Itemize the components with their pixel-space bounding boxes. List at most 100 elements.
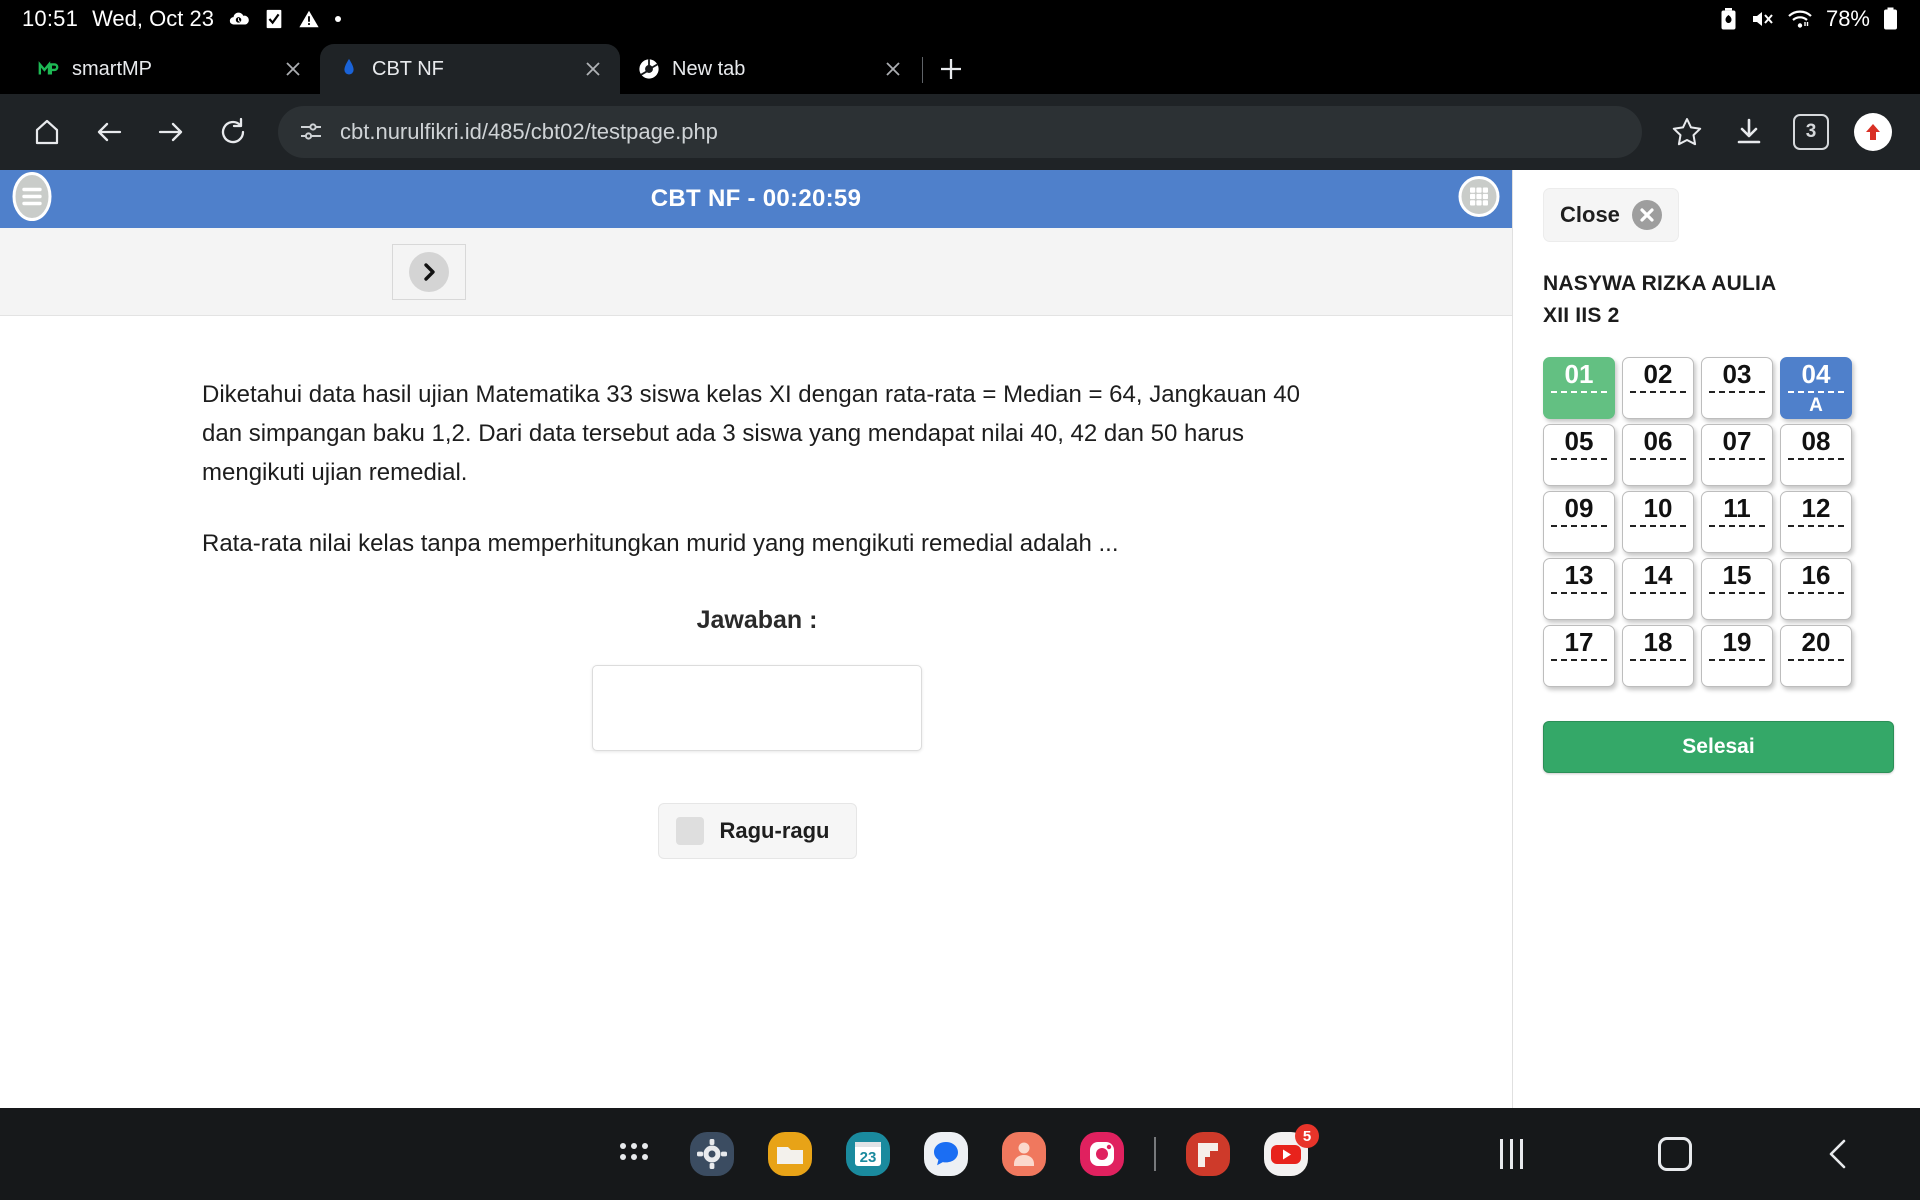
browser-tab-strip: smartMP CBT NF New tab: [0, 38, 1920, 94]
cbt-icon: [338, 58, 360, 80]
dot-icon: [334, 15, 342, 23]
question-cell-separator: [1551, 391, 1607, 393]
question-cell-11[interactable]: 11: [1701, 491, 1773, 553]
question-cell-separator: [1709, 525, 1765, 527]
close-icon[interactable]: [880, 56, 906, 82]
student-class: XII IIS 2: [1543, 303, 1620, 327]
os-status-bar: 10:51 Wed, Oct 23 78%: [0, 0, 1920, 38]
close-panel-button[interactable]: Close: [1543, 188, 1679, 242]
question-cell-14[interactable]: 14: [1622, 558, 1694, 620]
calendar-icon[interactable]: 23: [842, 1128, 894, 1180]
android-taskbar: 23 5: [0, 1108, 1920, 1200]
question-navigator-panel: Close NASYWA RIZKA AULIA XII IIS 2 01 02 0…: [1512, 170, 1920, 1108]
question-cell-number: 06: [1643, 426, 1673, 456]
forward-icon[interactable]: [144, 105, 198, 159]
warning-icon: [298, 8, 320, 30]
star-icon[interactable]: [1660, 105, 1714, 159]
close-icon[interactable]: [580, 56, 606, 82]
reload-icon[interactable]: [206, 105, 260, 159]
question-cell-10[interactable]: 10: [1622, 491, 1694, 553]
browser-tab-new-tab[interactable]: New tab: [620, 44, 920, 94]
question-cell-04[interactable]: 04 A: [1780, 357, 1852, 419]
question-cell-15[interactable]: 15: [1701, 558, 1773, 620]
question-cell-03[interactable]: 03: [1701, 357, 1773, 419]
status-date: Wed, Oct 23: [92, 6, 214, 31]
question-cell-19[interactable]: 19: [1701, 625, 1773, 687]
close-icon[interactable]: [280, 56, 306, 82]
home-square-icon[interactable]: [1640, 1124, 1710, 1184]
instagram-icon[interactable]: [1076, 1128, 1128, 1180]
profile-upload-icon[interactable]: [1846, 105, 1900, 159]
question-cell-number: 04: [1801, 359, 1831, 389]
youtube-icon[interactable]: 5: [1260, 1124, 1319, 1180]
tune-icon[interactable]: [298, 119, 324, 145]
battery-saver-icon: [1720, 7, 1737, 31]
address-bar[interactable]: cbt.nurulfikri.id/485/cbt02/testpage.php: [278, 106, 1642, 158]
contacts-icon[interactable]: [998, 1128, 1050, 1180]
status-time: 10:51: [22, 6, 79, 31]
answer-input[interactable]: [592, 664, 922, 751]
question-cell-number: 11: [1723, 493, 1751, 523]
question-cell-number: 02: [1643, 359, 1673, 389]
question-cell-number: 10: [1643, 493, 1673, 523]
question-cell-separator: [1630, 659, 1686, 661]
ragu-ragu-label: Ragu-ragu: [719, 817, 830, 843]
youtube-badge: 5: [1295, 1124, 1319, 1148]
tab-count-button[interactable]: 3: [1784, 105, 1838, 159]
download-icon[interactable]: [1722, 105, 1776, 159]
question-cell-20[interactable]: 20: [1780, 625, 1852, 687]
question-cell-17[interactable]: 17: [1543, 625, 1615, 687]
back-chevron-icon[interactable]: [1803, 1124, 1873, 1184]
question-cell-16[interactable]: 16: [1780, 558, 1852, 620]
cbt-header-bar: CBT NF - 00:20:59: [0, 170, 1512, 228]
question-cell-18[interactable]: 18: [1622, 625, 1694, 687]
recents-icon[interactable]: [1477, 1124, 1547, 1184]
grid-menu-icon[interactable]: [1456, 174, 1502, 225]
answer-label: Jawaban :: [696, 605, 818, 634]
question-cell-separator: [1788, 458, 1844, 460]
question-cell-number: 05: [1564, 426, 1594, 456]
question-cell-02[interactable]: 02: [1622, 357, 1694, 419]
new-tab-button[interactable]: [929, 47, 973, 91]
cbt-title-timer: CBT NF - 00:20:59: [650, 185, 862, 212]
question-cell-separator: [1709, 391, 1765, 393]
finish-button[interactable]: Selesai: [1543, 721, 1894, 773]
question-cell-separator: [1709, 592, 1765, 594]
tab-title: New tab: [672, 57, 746, 80]
back-icon[interactable]: [82, 105, 136, 159]
messages-icon[interactable]: [920, 1128, 972, 1180]
next-question-button[interactable]: [392, 243, 466, 300]
ragu-ragu-checkbox[interactable]: [675, 816, 704, 845]
question-cell-answer: A: [1809, 394, 1823, 416]
ragu-ragu-button[interactable]: Ragu-ragu: [657, 802, 857, 859]
question-cell-01[interactable]: 01: [1543, 357, 1615, 419]
question-cell-13[interactable]: 13: [1543, 558, 1615, 620]
browser-tab-cbt-nf[interactable]: CBT NF: [320, 44, 620, 94]
question-cell-number: 03: [1722, 359, 1752, 389]
question-cell-number: 20: [1801, 627, 1831, 657]
question-cell-09[interactable]: 09: [1543, 491, 1615, 553]
question-area: Diketahui data hasil ujian Matematika 33…: [0, 316, 1512, 1108]
settings-icon[interactable]: [686, 1128, 738, 1180]
question-cell-separator: [1551, 458, 1607, 460]
flipboard-icon[interactable]: [1182, 1128, 1234, 1180]
question-cell-12[interactable]: 12: [1780, 491, 1852, 553]
battery-icon: [1883, 7, 1898, 31]
question-cell-05[interactable]: 05: [1543, 424, 1615, 486]
question-cell-separator: [1630, 592, 1686, 594]
question-cell-06[interactable]: 06: [1622, 424, 1694, 486]
question-cell-08[interactable]: 08: [1780, 424, 1852, 486]
hamburger-menu-icon[interactable]: [10, 171, 54, 228]
student-name: NASYWA RIZKA AULIA: [1543, 272, 1777, 295]
page-viewport: CBT NF - 00:20:59 Diketahui data hasil u…: [0, 170, 1920, 1108]
chevron-right-icon: [409, 251, 449, 292]
question-text: Diketahui data hasil ujian Matematika 33…: [202, 376, 1312, 564]
question-cell-number: 17: [1564, 627, 1594, 657]
question-cell-separator: [1788, 525, 1844, 527]
browser-tab-smartmp[interactable]: smartMP: [20, 44, 320, 94]
question-cell-separator: [1788, 659, 1844, 661]
question-cell-07[interactable]: 07: [1701, 424, 1773, 486]
files-icon[interactable]: [764, 1128, 816, 1180]
home-icon[interactable]: [20, 105, 74, 159]
app-drawer-icon[interactable]: [608, 1128, 660, 1180]
